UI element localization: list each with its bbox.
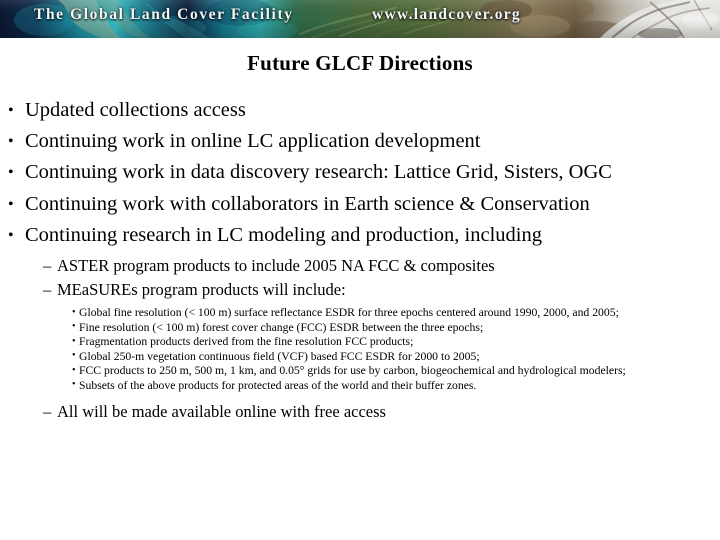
list-item: MEaSUREs program products will include: — [43, 278, 720, 302]
list-item: Fragmentation products derived from the … — [72, 335, 692, 350]
bullet-list-level-1: Updated collections access Continuing wo… — [0, 95, 720, 424]
list-item: All will be made available online with f… — [43, 400, 720, 424]
page-title: Future GLCF Directions — [247, 51, 473, 75]
list-item: Continuing research in LC modeling and p… — [6, 220, 720, 251]
header-banner: The Global Land Cover Facility www.landc… — [0, 0, 720, 38]
list-item: Continuing work with collaborators in Ea… — [6, 189, 720, 220]
list-item: Continuing work in online LC application… — [6, 126, 720, 157]
banner-title: The Global Land Cover Facility — [34, 6, 294, 23]
list-item: Fine resolution (< 100 m) forest cover c… — [72, 320, 692, 336]
bullet-list-level-3: Global fine resolution (< 100 m) surface… — [0, 306, 720, 394]
list-item: Global fine resolution (< 100 m) surface… — [72, 306, 692, 321]
list-item: Continuing work in data discovery resear… — [6, 157, 720, 188]
list-item: FCC products to 250 m, 500 m, 1 km, and … — [72, 364, 692, 379]
list-item: ASTER program products to include 2005 N… — [43, 254, 720, 278]
list-item: Subsets of the above products for protec… — [72, 378, 692, 394]
list-item: Global 250-m vegetation continuous field… — [72, 349, 692, 365]
list-item: Updated collections access — [6, 95, 720, 126]
bullet-list-level-2: ASTER program products to include 2005 N… — [0, 254, 720, 424]
banner-url: www.landcover.org — [372, 6, 521, 23]
slide-body: Updated collections access Continuing wo… — [0, 95, 720, 424]
